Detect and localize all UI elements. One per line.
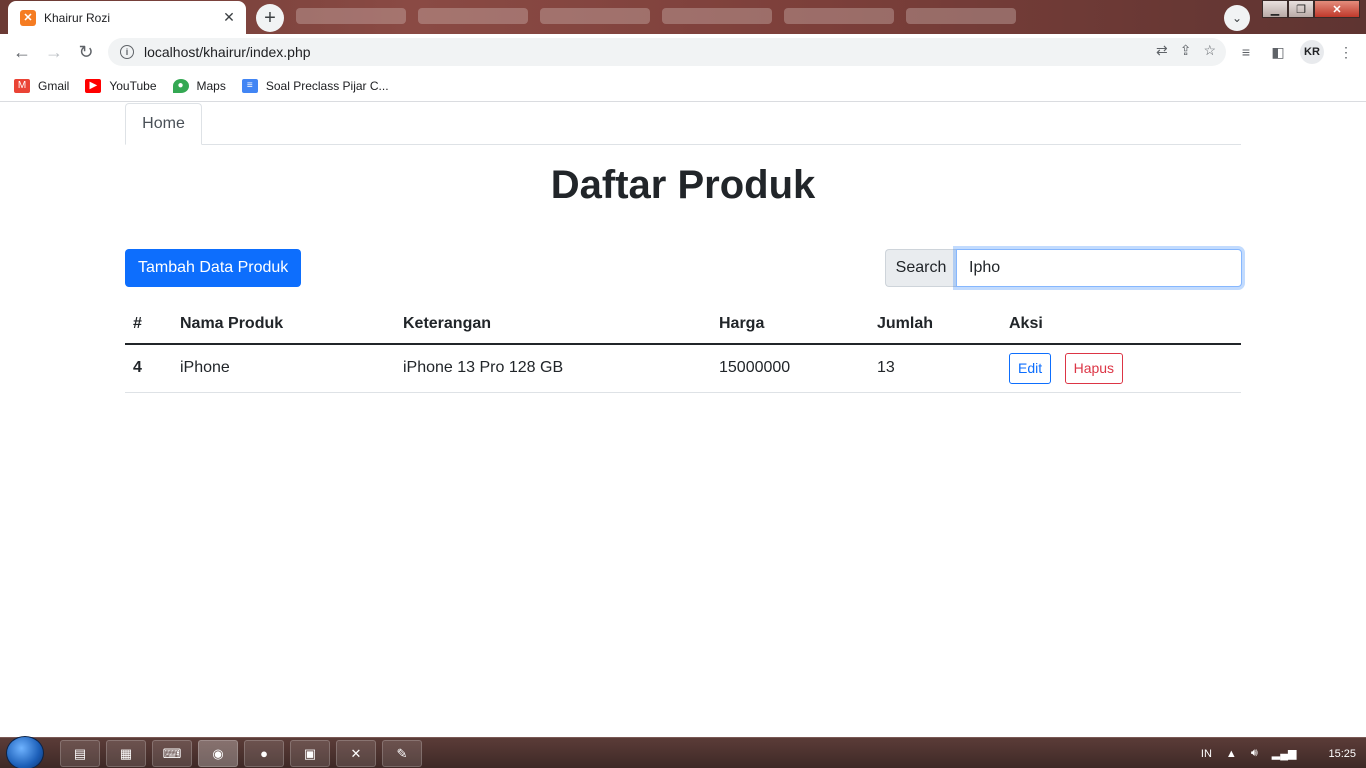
table-row: 4 iPhone iPhone 13 Pro 128 GB 15000000 1… — [125, 344, 1241, 393]
tab-title: Khairur Rozi — [44, 10, 111, 25]
forward-arrow-icon[interactable]: → — [42, 40, 66, 64]
background-tab[interactable] — [296, 8, 406, 24]
minimize-button[interactable]: ▁ — [1262, 0, 1288, 18]
table-header-row: # Nama Produk Keterangan Harga Jumlah Ak… — [125, 304, 1241, 345]
browser-toolbar: ← → ↻ i localhost/khairur/index.php ⇄ ⇪ … — [0, 34, 1366, 70]
row-price: 15000000 — [711, 344, 869, 393]
bookmark-label: Soal Preclass Pijar C... — [265, 78, 389, 93]
close-window-button[interactable]: ✕ — [1314, 0, 1360, 18]
delete-button[interactable]: Hapus — [1064, 352, 1124, 384]
back-arrow-icon[interactable]: ← — [10, 40, 34, 64]
column-header: Aksi — [1001, 304, 1241, 345]
tab-close-icon[interactable]: ✕ — [220, 9, 238, 26]
background-tab[interactable] — [906, 8, 1016, 24]
nav-tabs: Home — [125, 103, 1241, 145]
page-title: Daftar Produk — [550, 163, 816, 207]
bookmark-star-icon[interactable]: ☆ — [1203, 42, 1216, 59]
column-header: Keterangan — [395, 304, 711, 345]
address-bar[interactable]: i localhost/khairur/index.php ⇄ ⇪ ☆ — [108, 38, 1226, 66]
column-header: Nama Produk — [172, 304, 395, 345]
sticky-notes-icon[interactable]: ▣ — [290, 740, 330, 767]
row-actions: Edit Hapus — [1001, 344, 1241, 393]
file-explorer-icon[interactable]: ▤ — [60, 740, 100, 767]
bookmark-gmail[interactable]: M Gmail — [14, 78, 70, 93]
windows-taskbar: ▤ ▦ ⌨ ◉ ● ▣ ✕ ✎ IN ▲ 🔊︎ ▂▄▆ 15:25 — [0, 736, 1366, 768]
maps-icon: ● — [172, 78, 189, 93]
add-product-button[interactable]: Tambah Data Produk — [125, 249, 302, 287]
paint-icon[interactable]: ✎ — [382, 740, 422, 767]
network-signal-icon[interactable]: ▂▄▆ — [1272, 747, 1297, 760]
toolbar-right: ≡ ◧ KR ⋮ — [1236, 40, 1356, 64]
search-group: Search — [885, 249, 1242, 287]
window-controls: ▁ ❐ ✕ — [1262, 0, 1360, 18]
bookmarks-bar: M Gmail ▶ YouTube ● Maps ≡ Soal Preclass… — [0, 70, 1366, 102]
new-tab-button[interactable]: + — [256, 4, 284, 32]
translate-icon[interactable]: ⇄ — [1156, 42, 1168, 59]
url-text[interactable]: localhost/khairur/index.php — [144, 44, 311, 60]
keyboard-icon[interactable]: ⌨ — [152, 740, 192, 767]
bookmark-label: Maps — [196, 78, 226, 93]
tab-home[interactable]: Home — [125, 103, 202, 145]
background-tab[interactable] — [540, 8, 650, 24]
row-id: 4 — [125, 344, 172, 393]
tab-search-chevron-icon[interactable]: ⌄ — [1224, 5, 1250, 31]
background-tab[interactable] — [418, 8, 528, 24]
row-quantity: 13 — [869, 344, 1001, 393]
xampp-icon[interactable]: ✕ — [336, 740, 376, 767]
bookmark-maps[interactable]: ● Maps — [172, 78, 226, 93]
gmail-icon: M — [14, 78, 30, 93]
clock[interactable]: 15:25 — [1328, 748, 1356, 760]
volume-icon[interactable]: 🔊︎ — [1251, 747, 1258, 760]
column-header: Jumlah — [869, 304, 1001, 345]
reload-icon[interactable]: ↻ — [74, 40, 98, 64]
share-icon[interactable]: ⇪ — [1180, 42, 1192, 59]
page-content: Home Daftar Produk Tambah Data Produk Se… — [0, 103, 1366, 737]
language-indicator[interactable]: IN — [1201, 748, 1212, 760]
browser-tabstrip: ✕ Khairur Rozi ✕ + ⌄ ▁ ❐ ✕ — [0, 0, 1366, 34]
background-tabs — [296, 8, 1016, 24]
profile-avatar[interactable]: KR — [1300, 40, 1324, 64]
site-info-icon[interactable]: i — [120, 45, 134, 59]
firefox-icon[interactable]: ● — [244, 740, 284, 767]
restore-button[interactable]: ❐ — [1288, 0, 1314, 18]
omnibox-actions: ⇄ ⇪ ☆ — [1156, 42, 1216, 59]
background-tab[interactable] — [662, 8, 772, 24]
product-table: # Nama Produk Keterangan Harga Jumlah Ak… — [125, 304, 1241, 393]
browser-tab-active[interactable]: ✕ Khairur Rozi ✕ — [8, 1, 246, 34]
column-header: # — [125, 304, 172, 345]
tray-expand-icon[interactable]: ▲ — [1226, 748, 1237, 760]
youtube-icon: ▶ — [85, 78, 102, 93]
background-tab[interactable] — [784, 8, 894, 24]
chrome-icon[interactable]: ◉ — [198, 740, 238, 767]
bookmark-label: YouTube — [109, 78, 157, 93]
media-player-icon[interactable]: ▦ — [106, 740, 146, 767]
bookmark-label: Gmail — [38, 78, 70, 93]
side-panel-icon[interactable]: ◧ — [1268, 42, 1288, 62]
search-label: Search — [885, 249, 956, 287]
bookmark-youtube[interactable]: ▶ YouTube — [85, 78, 157, 93]
docs-icon: ≡ — [241, 78, 258, 93]
row-description: iPhone 13 Pro 128 GB — [395, 344, 711, 393]
xampp-favicon-icon: ✕ — [20, 9, 36, 26]
bookmark-docs[interactable]: ≡ Soal Preclass Pijar C... — [241, 78, 389, 93]
start-button[interactable] — [6, 736, 44, 768]
row-name: iPhone — [172, 344, 395, 393]
search-input[interactable] — [956, 249, 1242, 287]
edit-button[interactable]: Edit — [1009, 352, 1052, 384]
column-header: Harga — [711, 304, 869, 345]
menu-kebab-icon[interactable]: ⋮ — [1336, 42, 1356, 62]
media-queue-icon[interactable]: ≡ — [1236, 42, 1256, 62]
system-tray: IN ▲ 🔊︎ ▂▄▆ 15:25 — [1201, 738, 1356, 768]
